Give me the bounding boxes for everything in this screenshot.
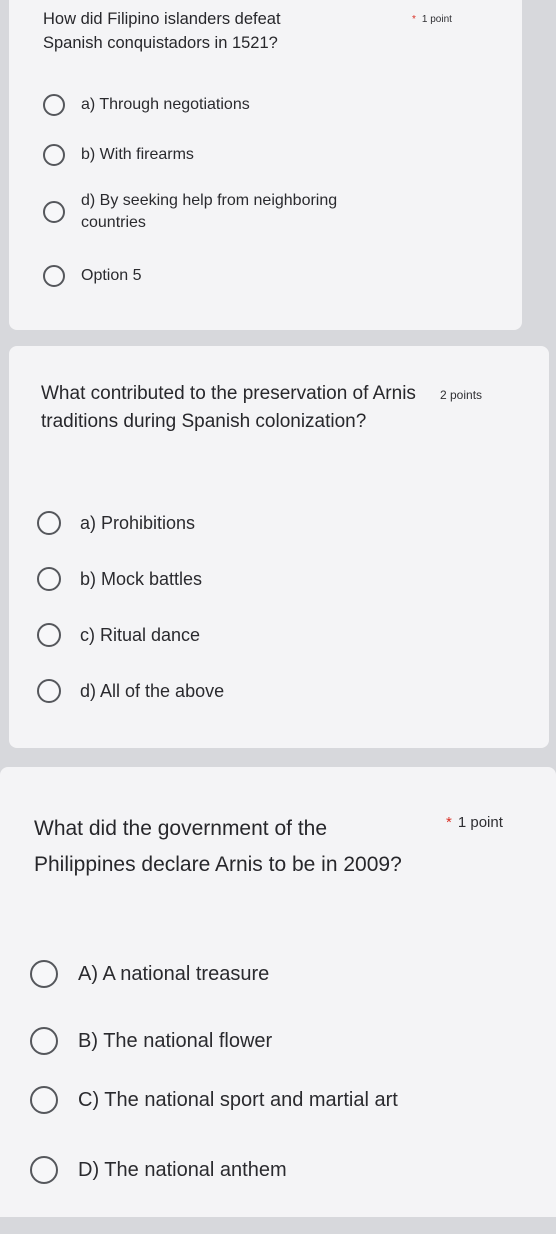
radio-option[interactable]: d) By seeking help from neighboring coun…	[43, 190, 401, 233]
radio-button[interactable]	[30, 1086, 58, 1114]
points-label: 2 points	[440, 388, 483, 402]
radio-option[interactable]: C) The national sport and martial art	[30, 1086, 398, 1114]
option-label: a) Prohibitions	[80, 513, 196, 533]
question-card-1: How did Filipino islanders defeat Spanis…	[9, 0, 522, 330]
radio-button[interactable]	[30, 960, 58, 988]
radio-button[interactable]	[37, 567, 61, 592]
radio-button[interactable]	[37, 679, 61, 704]
option-label: B) The national flower	[78, 1029, 273, 1052]
question-title: How did Filipino islanders defeat Spanis…	[43, 10, 281, 52]
option-label: D) The national anthem	[78, 1158, 287, 1181]
radio-button[interactable]	[37, 623, 61, 648]
radio-option[interactable]: c) Ritual dance	[37, 623, 201, 648]
points-label: * 1 point	[446, 814, 503, 831]
option-label: b) With firearms	[81, 146, 194, 164]
radio-button[interactable]	[30, 1156, 58, 1184]
required-asterisk: *	[412, 14, 416, 25]
radio-button[interactable]	[43, 144, 65, 166]
question-card-2: What contributed to the preservation of …	[9, 346, 549, 748]
radio-option[interactable]: a) Through negotiations	[43, 94, 250, 116]
points-value: 1 point	[421, 14, 452, 25]
option-label: C) The national sport and martial art	[78, 1088, 398, 1111]
radio-button[interactable]	[37, 511, 61, 536]
radio-option[interactable]: b) With firearms	[43, 144, 194, 166]
required-asterisk: *	[446, 814, 452, 831]
radio-option[interactable]: A) A national treasure	[30, 960, 269, 988]
radio-button[interactable]	[43, 94, 65, 116]
points-value: 1 point	[457, 814, 503, 831]
radio-button[interactable]	[30, 1027, 58, 1055]
option-label: b) Mock battles	[80, 569, 203, 589]
radio-button[interactable]	[43, 265, 65, 287]
option-label: a) Through negotiations	[81, 96, 250, 114]
radio-button[interactable]	[43, 200, 65, 223]
question-title: What did the government of the Philippin…	[34, 817, 402, 876]
radio-option[interactable]: a) Prohibitions	[37, 511, 196, 536]
option-label: Option 5	[81, 267, 142, 285]
points-label: * 1 point	[412, 14, 452, 25]
option-label: A) A national treasure	[78, 962, 270, 985]
option-label: d) By seeking help from neighboring coun…	[81, 192, 338, 231]
radio-option[interactable]: b) Mock battles	[37, 567, 203, 592]
radio-option[interactable]: D) The national anthem	[30, 1156, 287, 1184]
option-label: c) Ritual dance	[80, 625, 201, 645]
radio-option[interactable]: d) All of the above	[37, 679, 225, 704]
option-label: d) All of the above	[80, 681, 225, 701]
question-title: What contributed to the preservation of …	[41, 383, 416, 432]
radio-option[interactable]: B) The national flower	[30, 1027, 272, 1055]
question-card-3: What did the government of the Philippin…	[0, 767, 556, 1217]
radio-option[interactable]: Option 5	[43, 265, 141, 287]
